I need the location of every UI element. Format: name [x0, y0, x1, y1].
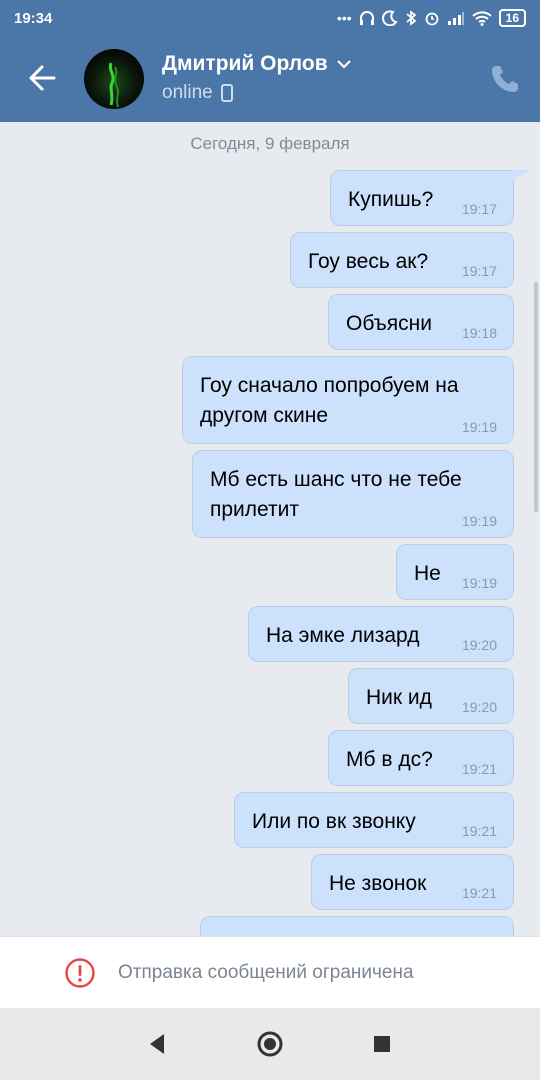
message-bubble[interactable]: На эмке лизард 19:20 [248, 606, 514, 662]
system-navigation-bar [0, 1008, 540, 1080]
back-arrow-icon[interactable] [24, 60, 60, 96]
phone-call-icon[interactable] [488, 62, 522, 96]
restriction-text: Отправка сообщений ограничена [118, 961, 414, 983]
status-time: 19:34 [14, 9, 53, 27]
message-time: 19:20 [461, 637, 497, 653]
message-bubble[interactable]: Гоу весь ак? 19:17 [290, 232, 514, 288]
signal-icon [447, 12, 464, 25]
warning-icon [65, 957, 95, 988]
message-time: 19:19 [461, 575, 497, 591]
contact-name-row[interactable]: Дмитрий Орлов [162, 52, 352, 76]
wifi-icon [471, 11, 492, 26]
message-time: 19:21 [461, 823, 497, 839]
message-text: Или по вк звонку [252, 810, 416, 833]
message-bubble[interactable]: Мб в дс? 19:21 [328, 730, 514, 786]
message-time: 19:20 [461, 699, 497, 715]
dots-icon: ••• [336, 10, 352, 26]
message-text: Гоу сначало попробуем на другом скине [200, 374, 459, 427]
message-text: Мб есть шанс что не тебе прилетит [210, 468, 462, 521]
message-time: 19:17 [461, 201, 497, 217]
message-time: 19:19 [461, 513, 497, 529]
message-bubble[interactable]: Гоу сначало попробуем на другом скине 19… [182, 356, 514, 444]
battery-indicator: 16 [498, 9, 526, 27]
message-bubble[interactable]: Ник ид 19:20 [348, 668, 514, 724]
contact-name[interactable]: Дмитрий Орлов [162, 52, 328, 76]
message-bubble[interactable]: Не 19:19 [396, 544, 514, 600]
message-bubble[interactable]: Объясни 19:18 [328, 294, 514, 350]
headphones-icon [359, 11, 374, 25]
message-time: 19:17 [461, 263, 497, 279]
mobile-icon [220, 84, 233, 102]
date-separator: Сегодня, 9 февраля [190, 134, 350, 153]
message-time: 19:21 [461, 761, 497, 777]
status-bar: 19:34 ••• 16 [0, 0, 540, 36]
status-icons: ••• 16 [337, 9, 526, 27]
nav-back-icon[interactable] [144, 1030, 172, 1058]
messaging-restricted-bar: Отправка сообщений ограничена [0, 936, 540, 1008]
scrollbar[interactable] [534, 282, 538, 512]
bubble-tail [512, 170, 530, 180]
message-bubble[interactable]: Или по вк звонку 19:21 [234, 792, 514, 848]
chevron-down-icon[interactable] [336, 58, 352, 70]
avatar[interactable] [84, 49, 144, 109]
nav-home-icon[interactable] [256, 1030, 284, 1058]
chat-header: Дмитрий Орлов online [0, 36, 540, 122]
message-time: 19:18 [461, 325, 497, 341]
moon-icon [381, 10, 398, 26]
bluetooth-icon [406, 10, 417, 26]
message-time: 19:21 [461, 885, 497, 901]
message-time: 19:19 [461, 419, 497, 435]
message-bubble-partial[interactable] [200, 916, 514, 936]
message-bubble[interactable]: Купишь? 19:17 [330, 170, 514, 226]
online-status: online [162, 82, 213, 103]
alarm-icon [425, 12, 439, 26]
message-bubble[interactable]: Мб есть шанс что не тебе прилетит 19:19 [192, 450, 514, 538]
message-list[interactable]: Сегодня, 9 февраля Купишь? 19:17 Гоу вес… [0, 122, 540, 936]
contact-status-row: online [162, 82, 233, 104]
nav-recents-icon[interactable] [368, 1030, 396, 1058]
message-bubble[interactable]: Не звонок 19:21 [311, 854, 514, 910]
